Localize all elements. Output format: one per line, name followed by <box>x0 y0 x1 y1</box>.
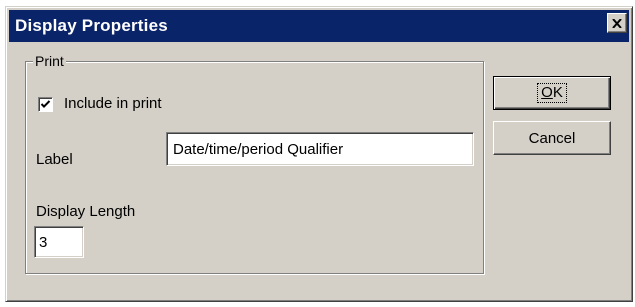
ok-label-rest: K <box>552 84 563 101</box>
label-input[interactable] <box>166 132 474 166</box>
display-length-label: Display Length <box>36 203 136 220</box>
close-button[interactable] <box>607 13 627 33</box>
include-in-print-checkbox[interactable] <box>38 97 53 112</box>
display-length-input[interactable] <box>34 226 84 258</box>
cancel-button[interactable]: Cancel <box>493 121 611 155</box>
close-x-icon <box>612 18 622 28</box>
dialog-title: Display Properties <box>15 16 168 35</box>
include-in-print-label[interactable]: Include in print <box>64 95 162 112</box>
ok-focus-ring: OK <box>537 83 567 103</box>
ok-accelerator: O <box>541 84 553 101</box>
label-field-label: Label <box>36 151 73 168</box>
ok-button[interactable]: OK <box>493 76 611 110</box>
print-groupbox <box>25 61 484 274</box>
checkmark-icon <box>40 100 51 109</box>
print-group-label: Print <box>33 53 66 69</box>
title-bar[interactable]: Display Properties <box>9 10 629 42</box>
